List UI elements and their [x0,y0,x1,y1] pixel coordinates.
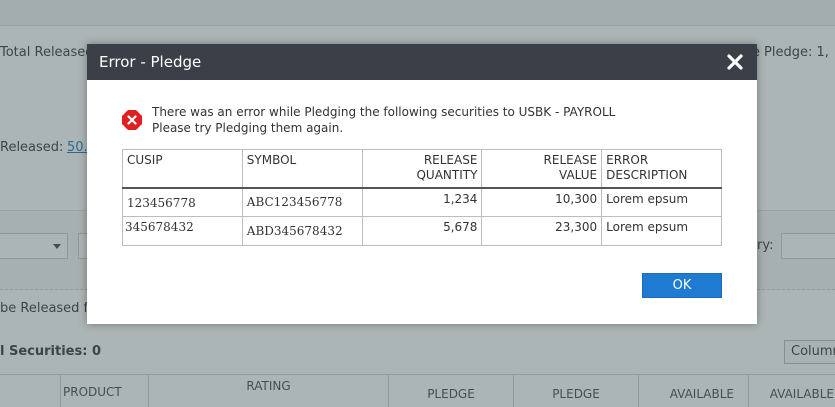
error-pledge-dialog: Error - Pledge There was an error while … [87,44,757,324]
table-header-row: CUSIP SYMBOL RELEASE QUANTITY RELEASE VALU… [122,149,722,189]
error-message-line-1: There was an error while Pledging the fo… [152,105,616,119]
cell-release-quantity: 1,234 [361,187,483,217]
cell-release-quantity: 5,678 [361,216,483,246]
table-row: 345678432 ABD345678432 5,678 23,300 Lore… [122,216,722,246]
table-row: 123456778 ABC123456778 1,234 10,300 Lore… [122,187,722,217]
failed-securities-table: CUSIP SYMBOL RELEASE QUANTITY RELEASE VALU… [122,149,722,246]
cell-symbol: ABC123456778 [241,187,363,217]
col-symbol: SYMBOL [241,149,363,189]
cell-release-value: 23,300 [481,216,603,246]
cell-cusip: 123456778 [122,187,243,217]
dialog-header: Error - Pledge [87,44,757,80]
cell-release-value: 10,300 [481,187,603,217]
col-release-quantity: RELEASE QUANTITY [361,149,483,189]
col-cusip: CUSIP [122,149,243,189]
ok-button[interactable]: OK [642,273,722,298]
dialog-title: Error - Pledge [99,53,202,71]
cell-symbol: ABD345678432 [241,216,363,246]
error-message: There was an error while Pledging the fo… [152,104,615,136]
col-release-value: RELEASE VALUE [481,149,603,189]
col-error-description: ERROR DESCRIPTION [601,149,722,189]
cell-cusip: 345678432 [122,216,243,246]
close-icon[interactable] [725,52,745,72]
error-icon [122,110,142,130]
error-message-line-2: Please try Pledging them again. [152,121,344,135]
cell-error-description: Lorem epsum [601,216,722,246]
cell-error-description: Lorem epsum [601,187,722,217]
